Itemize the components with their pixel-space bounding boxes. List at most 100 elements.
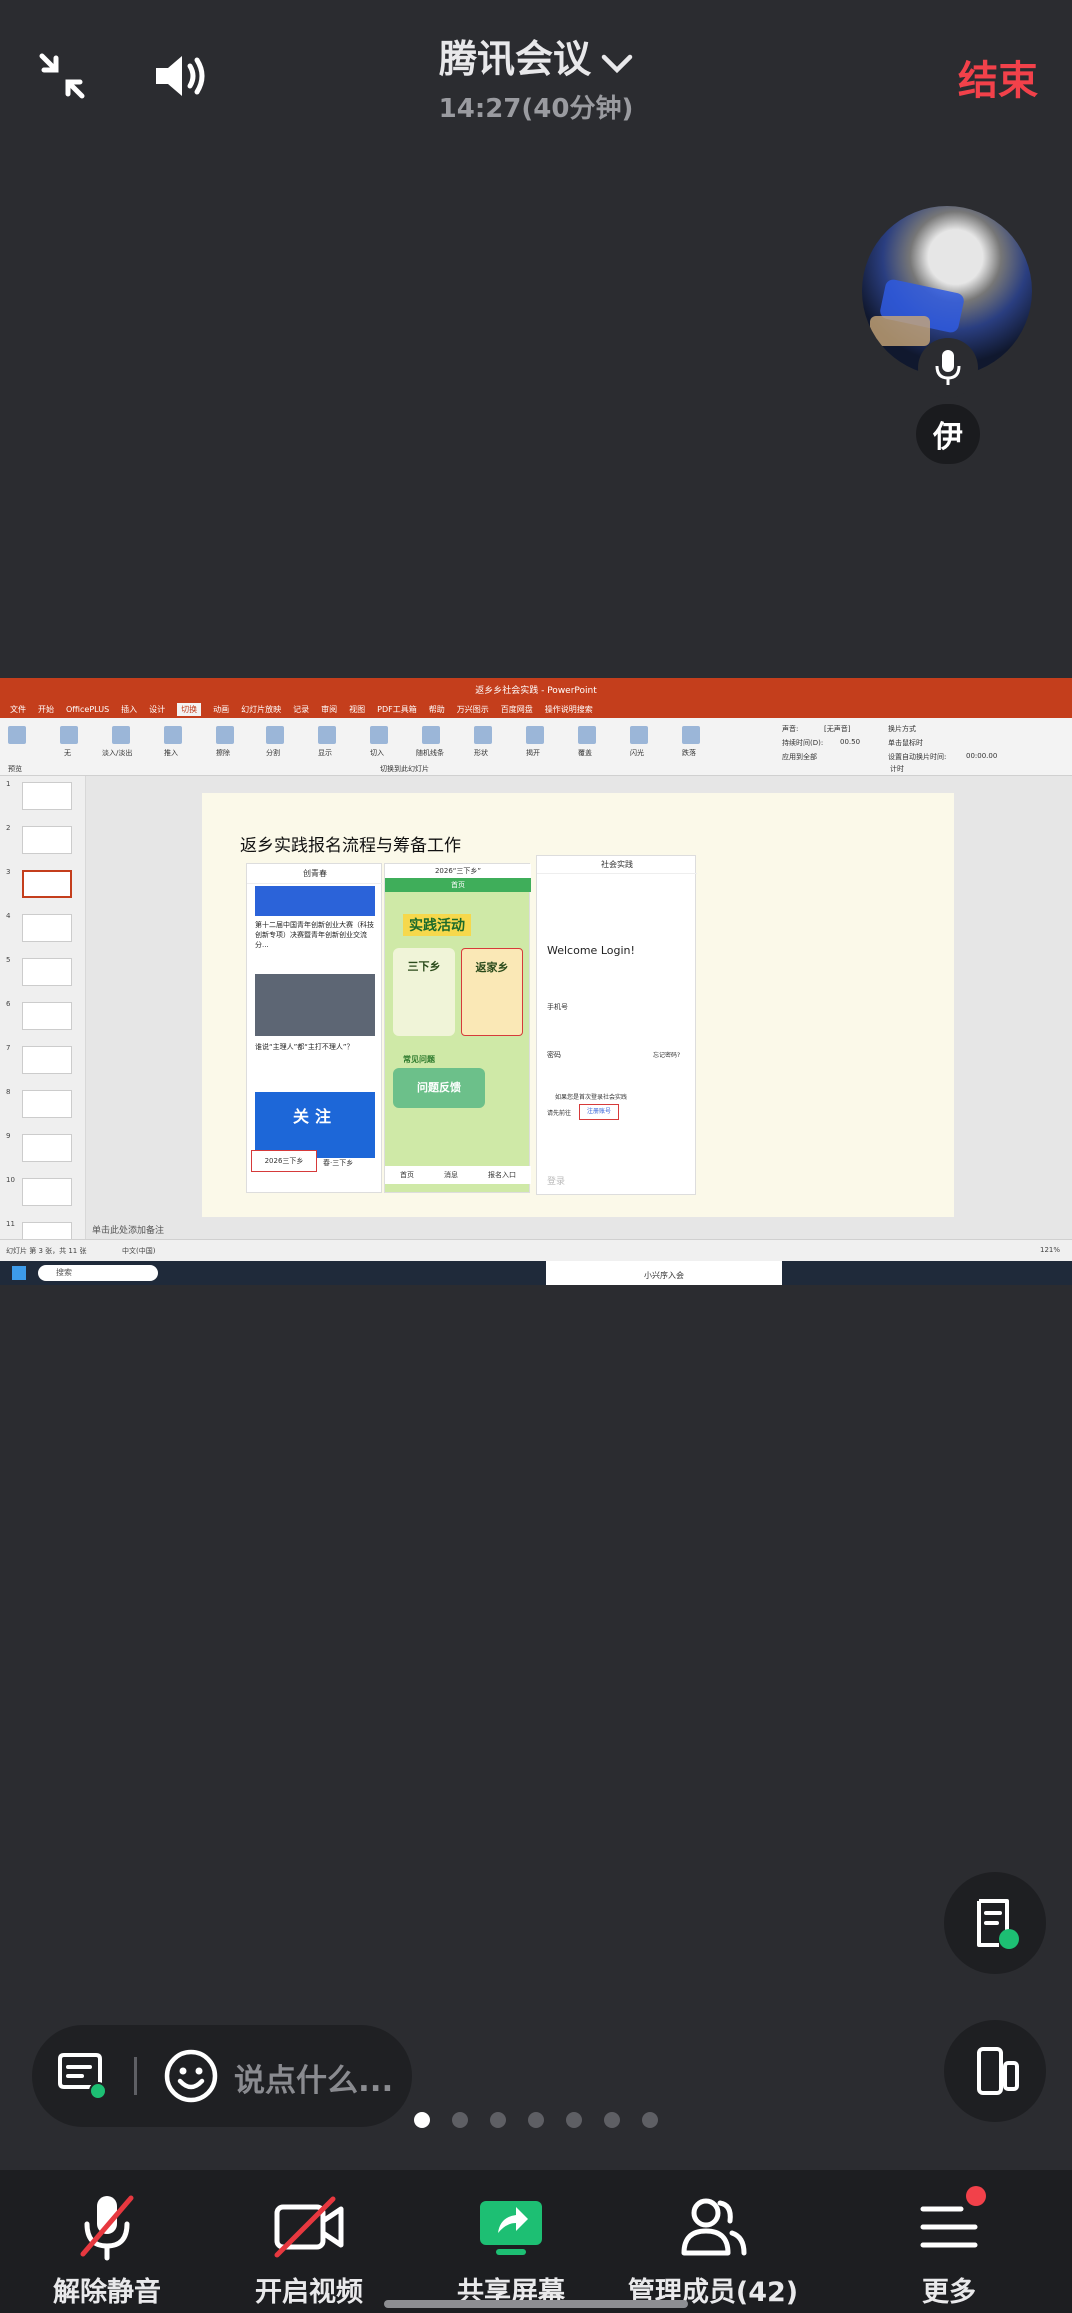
- slide-thumb: [22, 914, 72, 942]
- ppt-tab: 百度网盘: [500, 704, 533, 714]
- end-meeting-button[interactable]: 结束: [958, 48, 1038, 106]
- phone3-note: 如果您是首次登录社会实践: [555, 1094, 628, 1101]
- group-label: 计时: [890, 765, 904, 773]
- duration-label: 持续时间(D):: [782, 739, 824, 747]
- phone1-sub: 春·三下乡: [323, 1159, 354, 1167]
- transition-icon: [112, 726, 130, 744]
- unmute-label: 解除静音: [53, 2277, 161, 2308]
- slide-title: 返乡实践报名流程与筹备工作: [240, 836, 461, 856]
- apply-all-label: 应用到全部: [782, 753, 817, 761]
- ppt-tab: 万兴图示: [456, 704, 489, 714]
- phone2-nav-item: 消息: [444, 1171, 458, 1179]
- unmute-button[interactable]: 解除静音: [0, 2170, 214, 2313]
- captions-icon[interactable]: [54, 2051, 110, 2103]
- slide-number: 4: [6, 912, 11, 920]
- divider: [134, 2057, 137, 2095]
- menu-icon: [842, 2192, 1056, 2262]
- video-off-icon: [202, 2192, 416, 2262]
- emoji-icon[interactable]: [162, 2047, 220, 2105]
- slide-number: 9: [6, 1132, 11, 1140]
- video-button[interactable]: 开启视频: [202, 2170, 416, 2313]
- slide-counter: 幻灯片 第 3 张，共 11 张: [6, 1247, 87, 1255]
- meeting-title[interactable]: 腾讯会议: [0, 28, 1072, 84]
- members-icon: [606, 2192, 820, 2262]
- phone3-password-field: 密码: [547, 1051, 561, 1059]
- duration-value: 00.50: [840, 738, 861, 746]
- advance-label: 换片方式: [888, 725, 916, 733]
- page-dot[interactable]: [642, 2112, 658, 2128]
- page-dot[interactable]: [528, 2112, 544, 2128]
- phone-switch-icon: [977, 2047, 1019, 2095]
- page-dot[interactable]: [604, 2112, 620, 2128]
- ppt-window-title: 返乡乡社会实践 - PowerPoint: [475, 686, 597, 696]
- taskbar-search: 搜索: [38, 1265, 158, 1281]
- mic-muted-icon: [0, 2192, 214, 2262]
- ppt-tab: 操作说明搜索: [544, 704, 593, 714]
- document-icon: [977, 1899, 1019, 1949]
- windows-taskbar: 搜索 小兴序入会: [0, 1261, 1072, 1285]
- meeting-duration: 14:27(40分钟): [438, 94, 634, 124]
- ppt-tab: PDF工具箱: [377, 704, 417, 714]
- current-slide: 返乡实践报名流程与筹备工作 创青春 第十二届中国青年创新创业大赛（科技创新专项）…: [202, 793, 954, 1217]
- ribbon-item-label: 跌落: [682, 749, 696, 757]
- ppt-tab: 动画: [213, 704, 230, 714]
- page-dot[interactable]: [490, 2112, 506, 2128]
- ribbon-item-label: 分割: [266, 749, 280, 757]
- slide-thumb: [22, 1178, 72, 1206]
- language-label: 中文(中国): [122, 1247, 156, 1255]
- phone2-nav-item: 首页: [400, 1171, 414, 1179]
- slide-number: 2: [6, 824, 11, 832]
- device-switch-button[interactable]: [944, 2020, 1046, 2122]
- ppt-ribbon: 无 淡入/淡出 推入 擦除 分割 显示 切入 随机线条 形状 揭开 覆盖 闪光 …: [0, 718, 1072, 776]
- transition-icon: [216, 726, 234, 744]
- phone3-register-prefix: 请先前往: [547, 1110, 572, 1117]
- ppt-tab: 帮助: [428, 704, 445, 714]
- slide-thumb: [22, 1134, 72, 1162]
- more-label: 更多: [922, 2277, 976, 2308]
- page-dot[interactable]: [452, 2112, 468, 2128]
- slide-number: 11: [6, 1220, 15, 1228]
- transition-icon: [370, 726, 388, 744]
- notes-transcript-button[interactable]: [944, 1872, 1046, 1974]
- notification-dot: [966, 2186, 986, 2206]
- transition-icon: [630, 726, 648, 744]
- phone2-card-sanxiaxiang: 三下乡: [393, 948, 455, 1036]
- bottom-toolbar: 解除静音 开启视频 共享屏幕 管理成员(42) 更多: [0, 2170, 1072, 2313]
- slide-number: 6: [6, 1000, 11, 1008]
- more-button[interactable]: 更多: [842, 2170, 1056, 2313]
- slide-thumb: [22, 958, 72, 986]
- slide-number: 3: [6, 868, 11, 876]
- transition-icon: [578, 726, 596, 744]
- preview-icon: [8, 726, 26, 744]
- manage-members-button[interactable]: 管理成员(42): [606, 2170, 820, 2313]
- chat-placeholder[interactable]: 说点什么...: [234, 2055, 393, 2100]
- taskbar-popup: 小兴序入会: [546, 1261, 782, 1285]
- transition-icon: [422, 726, 440, 744]
- ribbon-item-label: 切入: [370, 749, 384, 757]
- phone1-banner-image: [255, 886, 375, 916]
- transition-icon: [60, 726, 78, 744]
- ribbon-item-label: 淡入/淡出: [102, 749, 133, 757]
- slide-number: 8: [6, 1088, 11, 1096]
- slide-thumb: [22, 1002, 72, 1030]
- share-screen-button[interactable]: 共享屏幕: [404, 2170, 618, 2313]
- avatar-photo-detail: [870, 316, 930, 346]
- slide-number: 10: [6, 1176, 15, 1184]
- page-dot-active[interactable]: [414, 2112, 430, 2128]
- group-label: 切换到此幻灯片: [380, 765, 429, 773]
- phone3-forgot-link: 忘记密码?: [653, 1052, 681, 1059]
- group-label: 预览: [8, 765, 22, 773]
- phone3-phone-field: 手机号: [547, 1003, 568, 1011]
- slide-thumbnails: 1 2 3 4 5 6 7 8 9 10 11: [0, 776, 86, 1261]
- page-dot[interactable]: [566, 2112, 582, 2128]
- phone2-header: 2026“三下乡”: [385, 864, 531, 878]
- ppt-tab-active: 切换: [177, 702, 202, 716]
- home-indicator[interactable]: [384, 2300, 688, 2308]
- phone-screenshot-2: 2026“三下乡” 首页 实践活动 三下乡 返家乡 常见问题 问题反馈 首页 消…: [384, 863, 531, 1193]
- phone1-article: 第十二届中国青年创新创业大赛（科技创新专项）决赛暨青年创新创业交流分...: [255, 921, 374, 949]
- ppt-tab: 视图: [349, 704, 366, 714]
- phone2-tab: 首页: [385, 878, 531, 892]
- meeting-title-text: 腾讯会议: [438, 37, 591, 81]
- phone-screenshot-1: 创青春 第十二届中国青年创新创业大赛（科技创新专项）决赛暨青年创新创业交流分..…: [246, 863, 383, 1193]
- shared-screen[interactable]: 返乡乡社会实践 - PowerPoint 文件 开始 OfficePLUS 插入…: [0, 678, 1072, 1285]
